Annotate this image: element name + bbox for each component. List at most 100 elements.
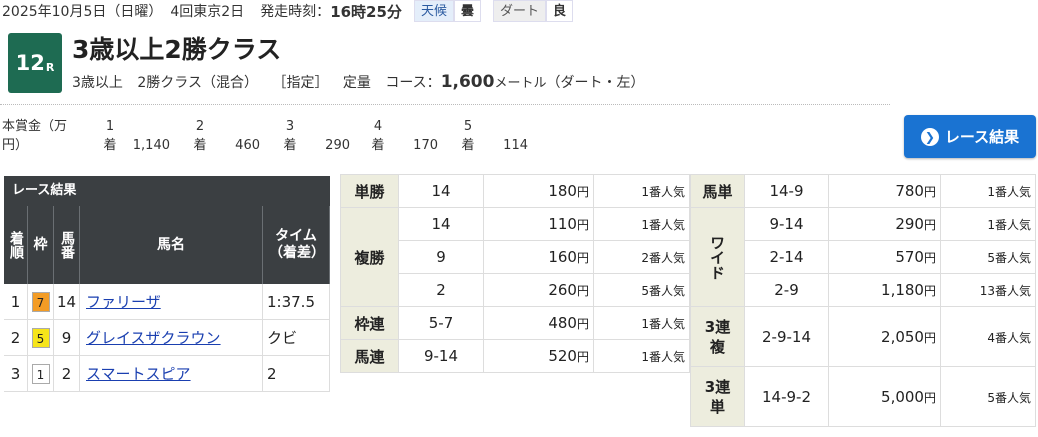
payout-amount: 5,000円 [828,366,941,427]
payout-row: ワイド 9-14 290円 1番人気 [690,207,1036,307]
weather-label: 天候 [413,0,454,22]
payout-row: 3連複 2-9-14 2,050円 4番人気 [690,306,1036,367]
frame-badge: 7 [31,291,50,312]
result-horse-number: 14 [54,284,80,319]
col-rank-header: 着順 [4,206,28,284]
payout-amount: 780円 [828,174,941,208]
payout-amount: 180円 [483,174,594,208]
prize-label: 本賞金（万円） [2,119,68,153]
result-time: 1:37.5 [263,284,330,319]
payout-row: 馬連 9-14 520円 1番人気 [340,339,690,373]
payout-type: ワイド [690,207,745,307]
payout-combo: 9-14 [744,207,829,241]
payout-row: 複勝 14 110円 1番人気 [340,207,690,307]
race-info: 3歳以上 2勝クラス（混合） ［指定］ 定量 コース：1,600メートル（ダート… [72,72,654,92]
payout-amount: 110円 [483,207,594,241]
frame-badge: 5 [31,327,50,348]
result-horse-name: スマートスピア [80,356,263,391]
payout-popularity: 13番人気 [940,273,1036,307]
payout-combo: 2 [398,273,484,307]
horse-name-link[interactable]: グレイスザクラウン [86,327,221,348]
race-meta-line: 2025年10月5日（日曜） 4回東京2日 発走時刻： 16時25分 天候 曇 … [2,0,573,22]
payout-combo: 2-9-14 [744,306,829,367]
horse-name-link[interactable]: スマートスピア [86,363,191,384]
race-class: 2勝クラス（混合） [137,75,259,91]
payout-amount: 160円 [483,240,594,274]
track-value: 良 [545,0,573,22]
horse-name-link[interactable]: ファリーザ [86,291,161,312]
result-frame: 1 [28,356,54,391]
race-number-badge: 12 R [8,33,62,93]
payout-amount: 260円 [483,273,594,307]
result-row: 2 5 9 グレイスザクラウン クビ [4,320,330,356]
payout-type: 3連単 [690,366,745,427]
payout-type: 複勝 [340,207,399,307]
race-title: 3歳以上2勝クラス [72,35,282,64]
payout-table-left: 単勝 14 180円 1番人気 複勝 14 110円 1番人気 9 160円 2… [340,174,690,373]
payout-amount: 290円 [828,207,941,241]
payout-popularity: 1番人気 [593,306,690,340]
track-label: ダート [492,0,546,22]
race-number: 12 [15,51,45,75]
result-rank: 1 [4,284,28,319]
race-designation: ［指定］ [272,75,329,91]
race-age: 3歳以上 [72,75,123,91]
race-number-suffix: R [45,60,55,74]
payout-combo: 2-9 [744,273,829,307]
payout-popularity: 1番人気 [940,174,1036,208]
race-result-page: 2025年10月5日（日曜） 4回東京2日 発走時刻： 16時25分 天候 曇 … [0,0,1038,437]
payout-type: 単勝 [340,174,399,208]
post-time-label: 発走時刻： [260,4,331,20]
race-result-button[interactable]: ❯ レース結果 [904,115,1036,158]
payout-type: 馬連 [340,339,399,373]
result-time: 2 [263,356,330,391]
result-rank: 3 [4,356,28,391]
distance-unit: メートル [494,76,547,91]
payout-combo: 9 [398,240,484,274]
col-frame-header: 枠 [28,206,54,284]
payout-amount: 2,050円 [828,306,941,367]
payout-combo: 9-14 [398,339,484,373]
chevron-right-icon: ❯ [920,127,939,146]
result-horse-name: グレイスザクラウン [80,320,263,355]
payout-type: 枠連 [340,306,399,340]
payout-amount: 520円 [483,339,594,373]
payout-table-right: 馬単 14-9 780円 1番人気 ワイド 9-14 290円 1番人気 2-1… [690,174,1036,427]
weather-badge: 天候 曇 [413,0,481,22]
track-badge: ダート 良 [492,0,573,22]
course-label: コース： [385,75,441,91]
payout-combo: 14 [398,207,484,241]
payout-row: 単勝 14 180円 1番人気 [340,174,690,208]
payout-popularity: 4番人気 [940,306,1036,367]
result-horse-number: 2 [54,356,80,391]
result-frame: 5 [28,320,54,355]
weather-value: 曇 [453,0,481,22]
race-weight-rule: 定量 [342,75,371,91]
payout-popularity: 1番人気 [940,207,1036,241]
divider [0,104,890,105]
race-result-button-label: レース結果 [944,128,1020,146]
results-table: 着順 枠 馬番 馬名 タイム（着差） 1 7 14 ファリーザ 1:37.5 2… [4,206,330,392]
payout-row: 3連単 14-9-2 5,000円 5番人気 [690,366,1036,427]
payout-popularity: 5番人気 [940,240,1036,274]
payout-popularity: 5番人気 [940,366,1036,427]
result-row: 3 1 2 スマートスピア 2 [4,356,330,392]
col-name-header: 馬名 [80,206,263,284]
payout-amount: 570円 [828,240,941,274]
results-header-row: 着順 枠 馬番 馬名 タイム（着差） [4,206,330,284]
payout-popularity: 1番人気 [593,339,690,373]
payout-combo: 5-7 [398,306,484,340]
payout-combo: 14-9-2 [744,366,829,427]
frame-badge: 1 [31,363,50,384]
result-horse-name: ファリーザ [80,284,263,319]
payout-amount: 480円 [483,306,594,340]
payout-combo: 14 [398,174,484,208]
payout-combo: 14-9 [744,174,829,208]
course-detail: （ダート・左） [546,75,645,91]
payout-row: 枠連 5-7 480円 1番人気 [340,306,690,340]
col-number-header: 馬番 [54,206,80,284]
payout-row: 馬単 14-9 780円 1番人気 [690,174,1036,208]
course-distance: 1,600 [440,72,495,92]
payout-type: 馬単 [690,174,745,208]
result-frame: 7 [28,284,54,319]
